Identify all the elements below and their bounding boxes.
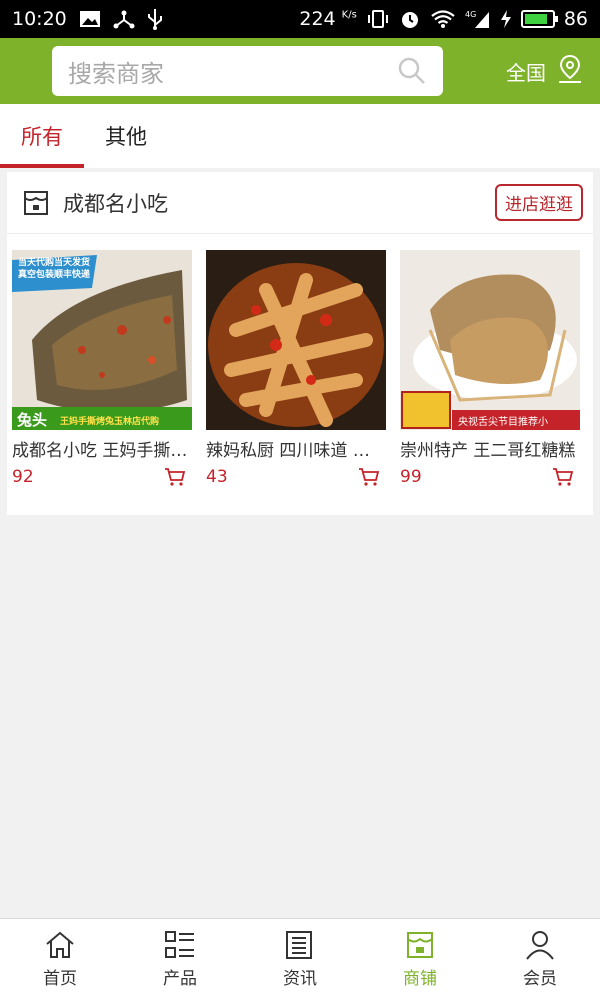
nav-home-label: 首页: [43, 969, 77, 989]
product-banner-text: 当天代购当天发货 真空包装顺丰快递: [18, 258, 91, 280]
cart-icon[interactable]: [552, 467, 574, 487]
nav-news[interactable]: 资讯: [240, 919, 360, 1000]
shop-header: 成都名小吃 进店逛逛: [7, 172, 593, 234]
region-label: 全国: [506, 60, 546, 85]
header: 搜索商家 全国: [0, 38, 600, 104]
product-image[interactable]: 央视舌尖节目推荐小: [400, 250, 580, 430]
search-placeholder: 搜索商家: [68, 59, 164, 88]
product-title: 成都名小吃 王妈手撕烤兔: [12, 441, 192, 461]
visit-shop-button[interactable]: 进店逛逛: [495, 184, 583, 221]
usb-icon: [147, 8, 163, 30]
alarm-icon: [399, 8, 421, 30]
image-icon: [79, 8, 101, 30]
nav-news-label: 资讯: [283, 969, 317, 989]
product-badge-subtext: 王妈手撕烤兔玉林店代购: [60, 417, 160, 427]
signal-icon: 4G: [465, 8, 491, 30]
nav-member[interactable]: 会员: [480, 919, 600, 1000]
product-badge-text: 央视舌尖节目推荐小: [458, 417, 548, 428]
battery-icon: [520, 10, 558, 28]
shop-name: 成都名小吃: [63, 191, 168, 216]
network-speed: 224 K/s: [299, 8, 357, 30]
product-price: 99: [400, 467, 422, 487]
nav-stores-label: 商铺: [403, 969, 437, 989]
shop-card: 成都名小吃 进店逛逛 当天代购当天发货 真空包装顺丰快递 兔头 王妈手撕烤兔玉林…: [7, 172, 593, 515]
product-price: 43: [206, 467, 228, 487]
news-icon: [286, 931, 312, 959]
tab-all[interactable]: 所有: [0, 104, 84, 168]
home-icon: [46, 931, 74, 958]
nav-member-label: 会员: [523, 969, 557, 989]
store-icon: [21, 188, 51, 218]
location-icon: [556, 54, 584, 89]
product-image[interactable]: [206, 250, 386, 430]
product-item[interactable]: 辣妈私厨 四川味道 泡椒凤爪 43: [206, 250, 386, 487]
product-price: 92: [12, 467, 34, 487]
store-icon: [407, 932, 433, 958]
search-icon[interactable]: [397, 56, 427, 86]
category-tabs: 所有 其他: [0, 104, 600, 168]
status-time: 10:20: [12, 8, 67, 30]
tab-other[interactable]: 其他: [84, 104, 168, 168]
cart-icon[interactable]: [358, 467, 380, 487]
list-icon: [165, 931, 194, 958]
nav-products-label: 产品: [163, 969, 197, 989]
product-item[interactable]: 央视舌尖节目推荐小 崇州特产 王二哥红糖糕 99: [400, 250, 580, 487]
status-bar: 10:20 224 K/s 4G 86: [0, 0, 600, 38]
vibrate-icon: [366, 8, 390, 30]
product-title: 辣妈私厨 四川味道 泡椒凤爪: [206, 441, 386, 461]
product-title: 崇州特产 王二哥红糖糕: [400, 441, 576, 461]
wifi-icon: [430, 8, 456, 30]
nav-stores[interactable]: 商铺: [360, 919, 480, 1000]
user-icon: [526, 931, 554, 960]
product-badge-text: 兔头: [17, 411, 48, 429]
cart-icon[interactable]: [164, 467, 186, 487]
region-selector[interactable]: 全国: [506, 38, 584, 104]
nav-products[interactable]: 产品: [120, 919, 240, 1000]
bottom-nav: 首页 产品 资讯 商铺 会员: [0, 918, 600, 1000]
nav-home[interactable]: 首页: [0, 919, 120, 1000]
share-icon: [113, 8, 135, 30]
svg-text:4G: 4G: [465, 10, 476, 19]
product-image[interactable]: 当天代购当天发货 真空包装顺丰快递 兔头 王妈手撕烤兔玉林店代购: [12, 250, 192, 430]
search-input[interactable]: 搜索商家: [52, 46, 443, 96]
product-item[interactable]: 当天代购当天发货 真空包装顺丰快递 兔头 王妈手撕烤兔玉林店代购 成都名小吃 王…: [12, 250, 192, 487]
charging-icon: [500, 8, 512, 30]
product-list: 当天代购当天发货 真空包装顺丰快递 兔头 王妈手撕烤兔玉林店代购 成都名小吃 王…: [7, 234, 593, 487]
battery-level: 86: [563, 8, 588, 30]
